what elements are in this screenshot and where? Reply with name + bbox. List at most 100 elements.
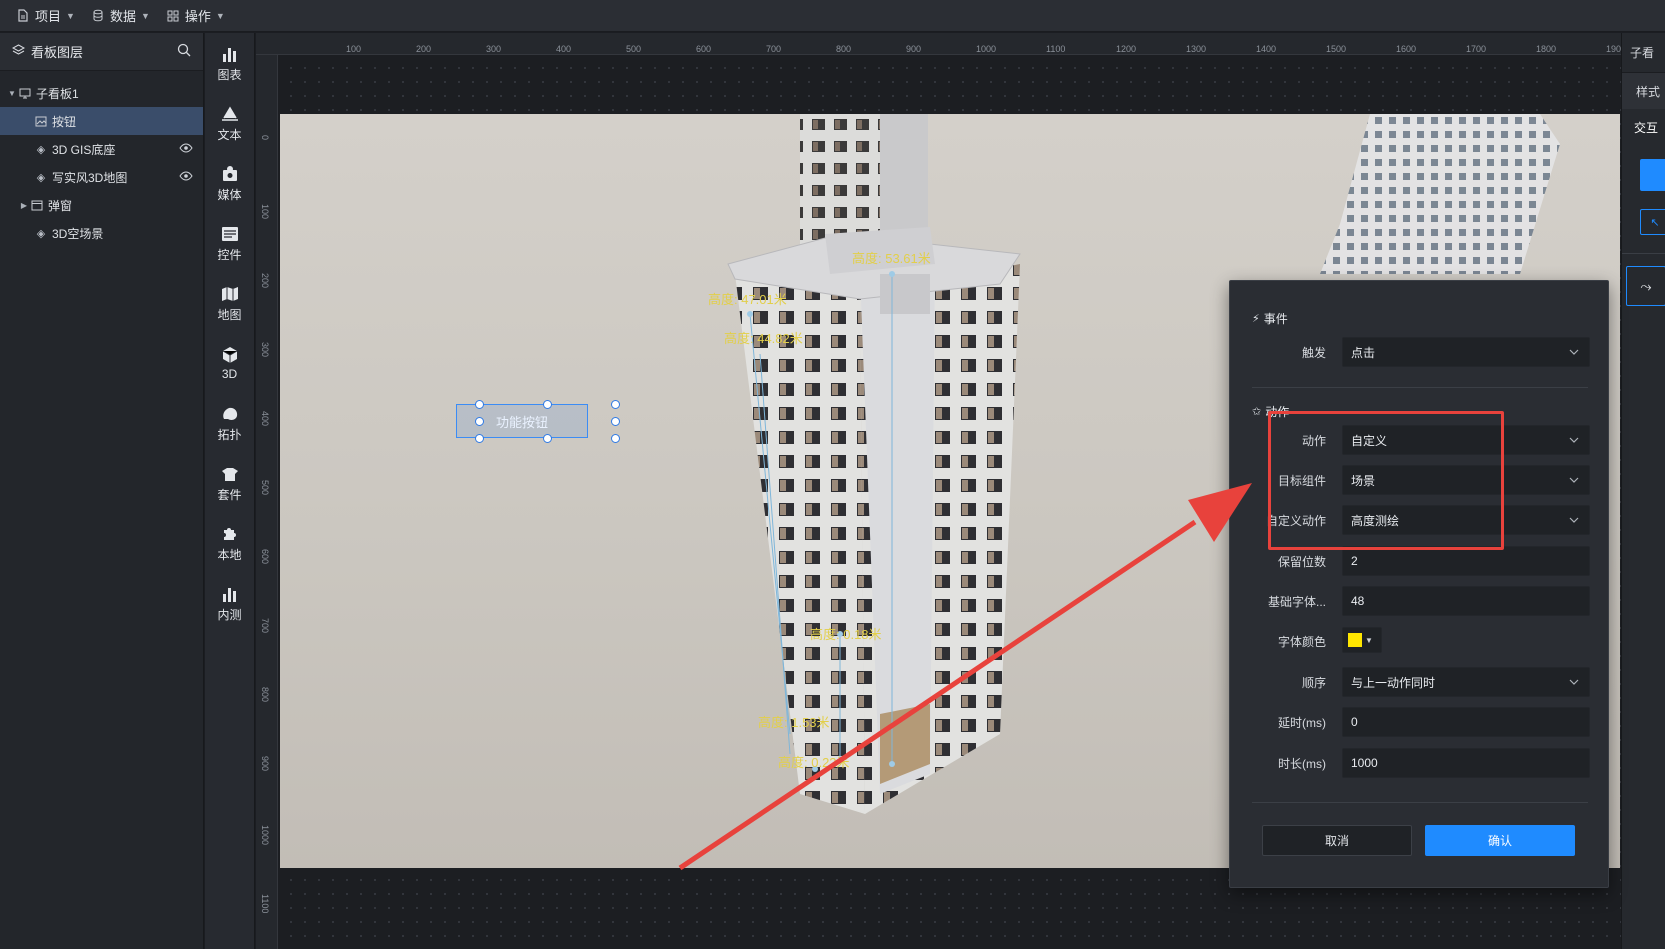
resize-handle[interactable] (611, 434, 620, 443)
tool-label: 文本 (217, 127, 242, 142)
layer-item-realistic-3d-map[interactable]: ◈ 写实风3D地图 (0, 163, 203, 191)
layer-item-popup[interactable]: ▶ 弹窗 (0, 191, 203, 219)
layer-item-subboard[interactable]: ▼ 子看板1 (0, 79, 203, 107)
ruler-tick-label: 1700 (1466, 44, 1487, 54)
add-interaction-button[interactable] (1640, 159, 1665, 191)
confirm-button[interactable]: 确认 (1425, 825, 1575, 856)
layer-item-3d-empty-scene[interactable]: ◈ 3D空场景 (0, 219, 203, 247)
base-font-row: 基础字体... 48 (1230, 585, 1610, 617)
ruler-tick-label: 900 (260, 756, 270, 772)
trigger-select[interactable]: 点击 (1342, 337, 1590, 367)
resize-handle[interactable] (611, 417, 620, 426)
tool-map[interactable]: 地图 (205, 273, 254, 333)
layers-icon (11, 43, 26, 60)
resize-handle[interactable] (543, 400, 552, 409)
cube-icon: ◈ (36, 171, 46, 184)
pointer-button[interactable]: ↖ (1640, 209, 1665, 235)
layer-label: 3D GIS底座 (52, 142, 116, 157)
tool-3d[interactable]: 3D (205, 333, 254, 393)
tool-local[interactable]: 本地 (205, 513, 254, 573)
menu-operation-label: 操作 (184, 9, 211, 24)
tool-text[interactable]: 文本 (205, 93, 254, 153)
tool-label: 本地 (217, 547, 242, 562)
ruler-tick-label: 400 (556, 44, 572, 54)
duration-input[interactable]: 1000 (1342, 748, 1590, 778)
decimal-places-input[interactable]: 2 (1342, 546, 1590, 576)
layers-title: 看板图层 (31, 45, 84, 60)
color-swatch (1348, 633, 1362, 647)
component-toolbar: 图表 文本 媒体 控件 地图 3D 拓扑 套件 本地 内测 (205, 33, 255, 949)
menu-data[interactable]: 数据 ▼ (83, 0, 158, 32)
resize-handle[interactable] (611, 400, 620, 409)
right-tab-label: 样式 (1636, 84, 1661, 99)
base-font-input[interactable]: 48 (1342, 586, 1590, 616)
tool-media[interactable]: 媒体 (205, 153, 254, 213)
star-icon: ✩ (1252, 406, 1262, 418)
highlight-annotation-box (1268, 411, 1504, 550)
topology-icon (219, 404, 241, 424)
chevron-down-icon: ▼ (215, 10, 225, 21)
menu-project-label: 项目 (35, 9, 62, 24)
ruler-tick-label: 1100 (1046, 44, 1066, 54)
caret-right-icon[interactable]: ▶ (18, 201, 30, 210)
resize-handle[interactable] (543, 434, 552, 443)
tool-label: 内测 (217, 607, 242, 622)
image-icon (34, 114, 48, 128)
resize-handle[interactable] (475, 400, 484, 409)
cancel-button[interactable]: 取消 (1262, 825, 1412, 856)
caret-down-icon[interactable]: ▼ (6, 89, 18, 98)
eye-hidden-icon[interactable] (179, 170, 193, 184)
cube-icon (219, 345, 241, 365)
layer-label: 弹窗 (48, 198, 73, 213)
tool-widget[interactable]: 控件 (205, 213, 254, 273)
right-tab-label: 子看 (1630, 46, 1655, 60)
measure-label: 高度: 0.22米 (778, 755, 850, 770)
tool-kit[interactable]: 套件 (205, 453, 254, 513)
tool-topology[interactable]: 拓扑 (205, 393, 254, 453)
interaction-dialog: ⚡ 事件 触发 点击 ✩ 动作 动作 自定义 目标组件 场景 自定义动作 高度测… (1229, 280, 1609, 888)
caret-down-icon: ▼ (1365, 635, 1373, 645)
order-select[interactable]: 与上一动作同时 (1342, 667, 1590, 697)
ruler-tick-label: 200 (416, 44, 432, 54)
tool-chart[interactable]: 图表 (205, 33, 254, 93)
tool-label: 3D (221, 367, 238, 381)
puzzle-icon (219, 524, 241, 544)
grid-icon (166, 9, 180, 23)
resize-handle[interactable] (475, 434, 484, 443)
chevron-down-icon (1569, 517, 1579, 523)
right-tab-interaction[interactable]: 交互 (1622, 109, 1665, 145)
menu-project[interactable]: 项目 ▼ (8, 0, 83, 32)
map-icon (219, 284, 241, 304)
tool-beta[interactable]: 内测 (205, 573, 254, 633)
layer-item-3d-gis-base[interactable]: ◈ 3D GIS底座 (0, 135, 203, 163)
menu-data-label: 数据 (109, 9, 136, 24)
trigger-row: 触发 点击 (1230, 336, 1610, 368)
ruler-tick-label: 1900 (1606, 44, 1621, 54)
menu-operation[interactable]: 操作 ▼ (158, 0, 233, 32)
ruler-tick-label: 1400 (1256, 44, 1277, 54)
tool-label: 套件 (217, 487, 242, 502)
decimal-places-value: 2 (1351, 554, 1358, 568)
resize-handle[interactable] (475, 417, 484, 426)
eye-hidden-icon[interactable] (179, 142, 193, 156)
ruler-tick-label: 200 (260, 273, 270, 289)
delay-input[interactable]: 0 (1342, 707, 1590, 737)
flow-icon[interactable]: ⤳ (1626, 266, 1665, 306)
measure-label: 高度: 44.82米 (724, 331, 803, 346)
measure-label: 高度: 47.01米 (708, 292, 787, 307)
ruler-tick-label: 400 (260, 411, 270, 427)
ruler-tick-label: 1300 (1186, 44, 1207, 54)
search-icon[interactable] (177, 43, 191, 60)
ruler-tick-label: 300 (486, 44, 502, 54)
divider (1252, 387, 1588, 388)
text-icon (219, 104, 241, 124)
right-tab-style[interactable]: 样式 (1622, 73, 1665, 109)
font-color-picker[interactable]: ▼ (1342, 627, 1382, 653)
trigger-value: 点击 (1351, 345, 1376, 360)
layer-item-button[interactable]: 按钮 (0, 107, 203, 135)
order-value: 与上一动作同时 (1351, 675, 1436, 690)
chevron-down-icon: ▼ (66, 10, 75, 21)
beta-chart-icon (219, 584, 241, 604)
ruler-tick-label: 1200 (1116, 44, 1137, 54)
right-tab-subboard[interactable]: 子看 (1622, 33, 1665, 73)
